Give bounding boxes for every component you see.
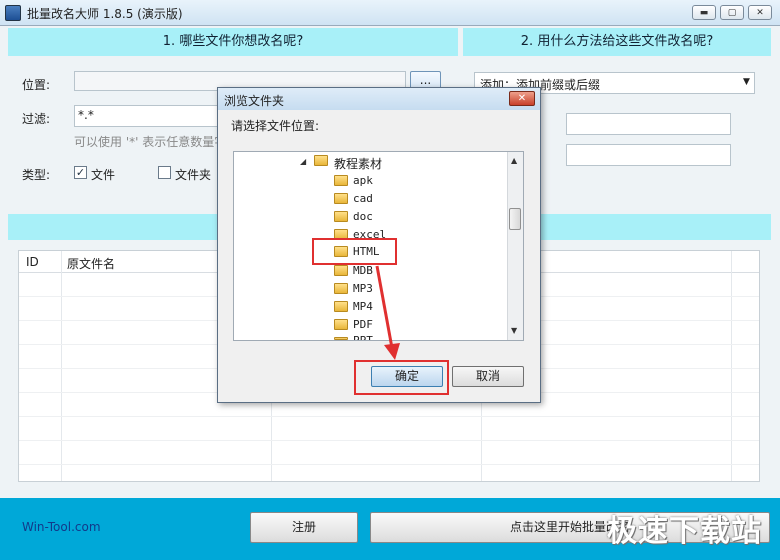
ok-button[interactable]: 确定 [371,366,443,387]
cancel-button[interactable]: 取消 [452,366,524,387]
annotation-arrow [375,265,400,360]
